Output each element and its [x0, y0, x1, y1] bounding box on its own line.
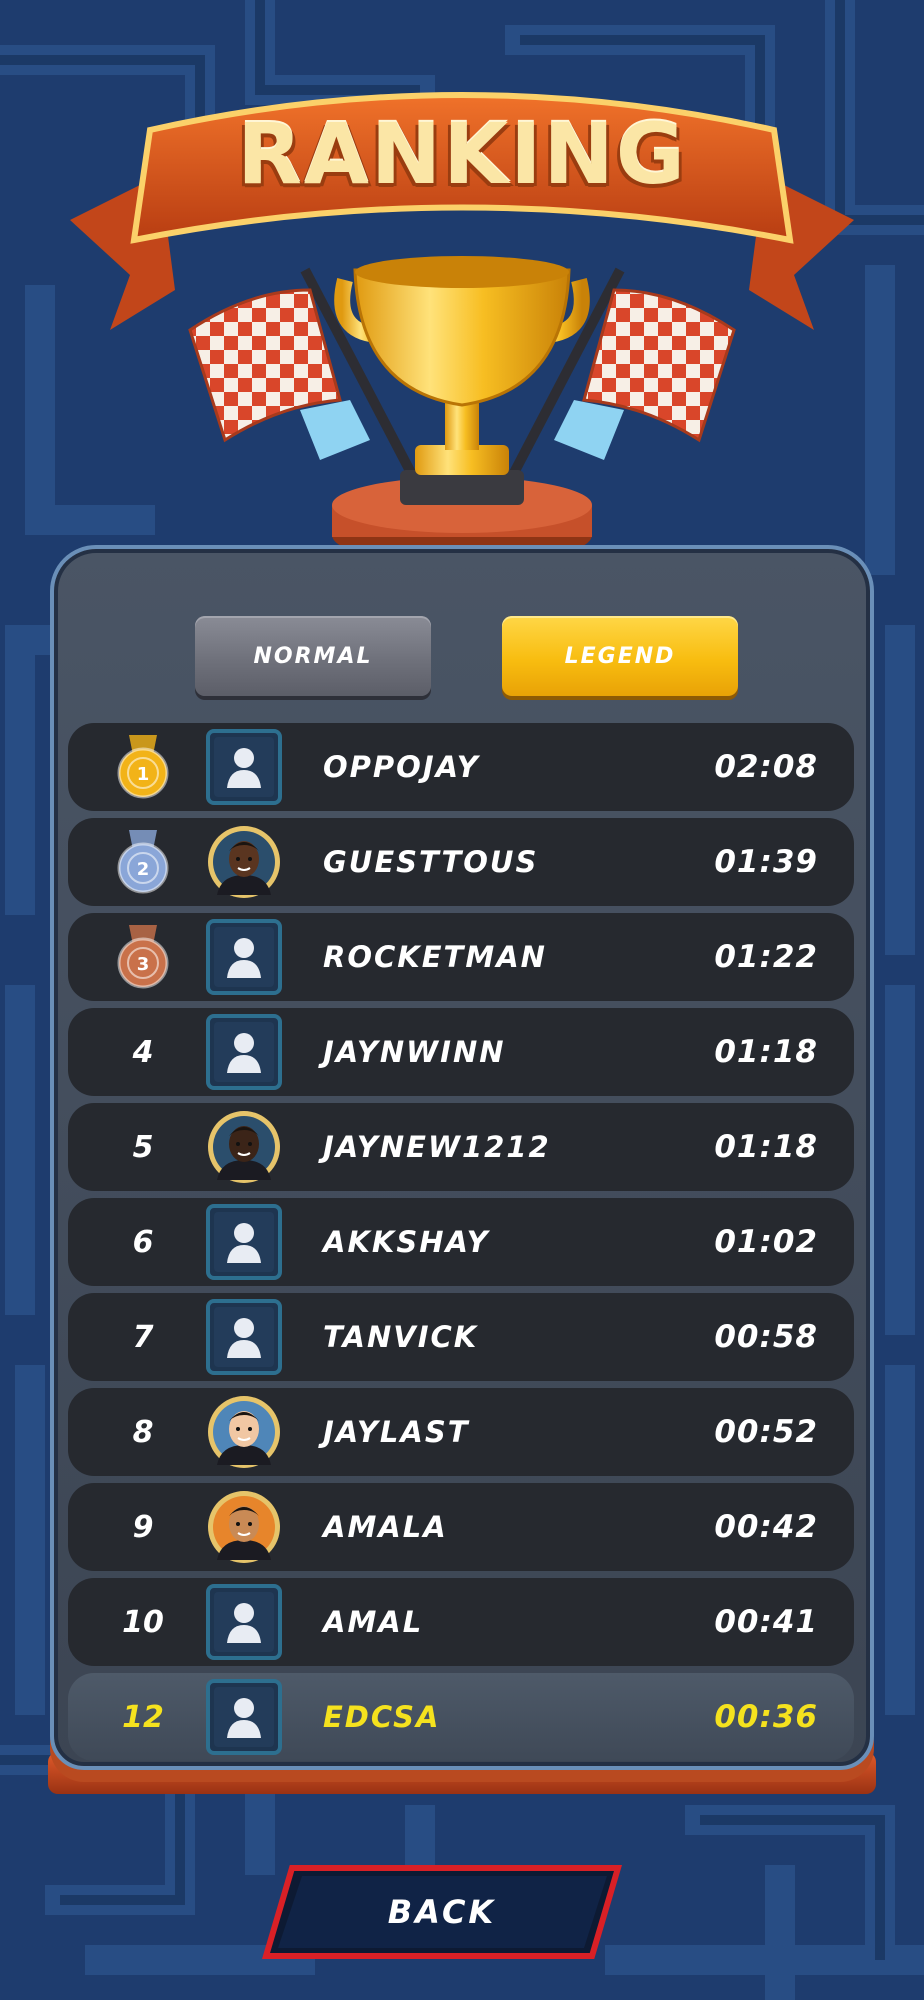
player-time: 00:58 [714, 1319, 818, 1355]
player-time: 01:22 [714, 939, 818, 975]
default-avatar-icon [205, 728, 283, 806]
rank-cell: 12 [68, 1673, 218, 1761]
player-time: 00:42 [714, 1509, 818, 1545]
player-time: 01:02 [714, 1224, 818, 1260]
leaderboard-row: 7 TANVICK 00:58 [68, 1293, 854, 1381]
back-button[interactable]: BACK [262, 1864, 622, 1960]
rank-number: 6 [132, 1224, 154, 1260]
gold-medal-icon: 1 [68, 723, 218, 811]
player-time: 01:18 [714, 1129, 818, 1165]
player-name: EDCSA [323, 1700, 441, 1734]
rank-cell: 10 [68, 1578, 218, 1666]
ribbon-trophy-art [70, 92, 854, 565]
leaderboard-row: 2 GUESTTOUS 01:39 [68, 818, 854, 906]
leaderboard-row: 1 OPPOJAY 02:08 [68, 723, 854, 811]
default-avatar-icon [205, 1298, 283, 1376]
character-avatar-icon [205, 1393, 283, 1471]
default-avatar-icon [205, 918, 283, 996]
player-time: 00:36 [714, 1699, 818, 1735]
rank-cell: 4 [68, 1008, 218, 1096]
default-avatar-icon [205, 1013, 283, 1091]
rank-number: 9 [132, 1509, 154, 1545]
player-name: JAYLAST [323, 1415, 470, 1449]
leaderboard-row: 8 JAYLAST 00:52 [68, 1388, 854, 1476]
rank-cell: 7 [68, 1293, 218, 1381]
leaderboard-row: 3 ROCKETMAN 01:22 [68, 913, 854, 1001]
rank-cell: 6 [68, 1198, 218, 1286]
leaderboard-row: 9 AMALA 00:42 [68, 1483, 854, 1571]
player-time: 01:39 [714, 844, 818, 880]
svg-text:2: 2 [137, 859, 150, 880]
player-time: 02:08 [714, 749, 818, 785]
rank-number: 12 [122, 1699, 164, 1735]
player-name: JAYNEW1212 [323, 1130, 551, 1164]
player-name: AMALA [323, 1510, 448, 1544]
rank-cell: 8 [68, 1388, 218, 1476]
player-name: ROCKETMAN [323, 940, 547, 974]
rank-number: 4 [132, 1034, 154, 1070]
ranking-header: RANKING [0, 0, 924, 580]
player-name: AMAL [323, 1605, 424, 1639]
player-name: AKKSHAY [323, 1225, 490, 1259]
default-avatar-icon [205, 1203, 283, 1281]
character-avatar-icon [205, 1108, 283, 1186]
leaderboard-row: 4 JAYNWINN 01:18 [68, 1008, 854, 1096]
leaderboard-row: 6 AKKSHAY 01:02 [68, 1198, 854, 1286]
svg-text:3: 3 [137, 954, 150, 975]
player-time: 00:41 [714, 1604, 818, 1640]
default-avatar-icon [205, 1583, 283, 1661]
player-name: GUESTTOUS [323, 845, 539, 879]
rank-number: 7 [132, 1319, 154, 1355]
player-name: OPPOJAY [323, 750, 480, 784]
character-avatar-icon [205, 823, 283, 901]
player-time: 01:18 [714, 1034, 818, 1070]
default-avatar-icon [205, 1678, 283, 1756]
player-time: 00:52 [714, 1414, 818, 1450]
page-title: RANKING [237, 105, 687, 203]
silver-medal-icon: 2 [68, 818, 218, 906]
tab-normal[interactable]: NORMAL [195, 616, 431, 696]
leaderboard-row: 10 AMAL 00:41 [68, 1578, 854, 1666]
svg-text:1: 1 [137, 764, 150, 785]
leaderboard-list: 1 OPPOJAY 02:08 2 GUESTTOUS 01:39 3 ROCKET… [68, 723, 854, 1768]
back-button-label: BACK [387, 1893, 497, 1931]
current-player-row: 12 EDCSA 00:36 [68, 1673, 854, 1761]
rank-number: 10 [122, 1604, 164, 1640]
bronze-medal-icon: 3 [68, 913, 218, 1001]
tab-legend[interactable]: LEGEND [502, 616, 738, 696]
rank-cell: 9 [68, 1483, 218, 1571]
player-name: TANVICK [323, 1320, 479, 1354]
rank-number: 8 [132, 1414, 154, 1450]
player-name: JAYNWINN [323, 1035, 506, 1069]
rank-cell: 5 [68, 1103, 218, 1191]
rank-number: 5 [132, 1129, 154, 1165]
leaderboard-row: 5 JAYNEW1212 01:18 [68, 1103, 854, 1191]
character-avatar-icon [205, 1488, 283, 1566]
